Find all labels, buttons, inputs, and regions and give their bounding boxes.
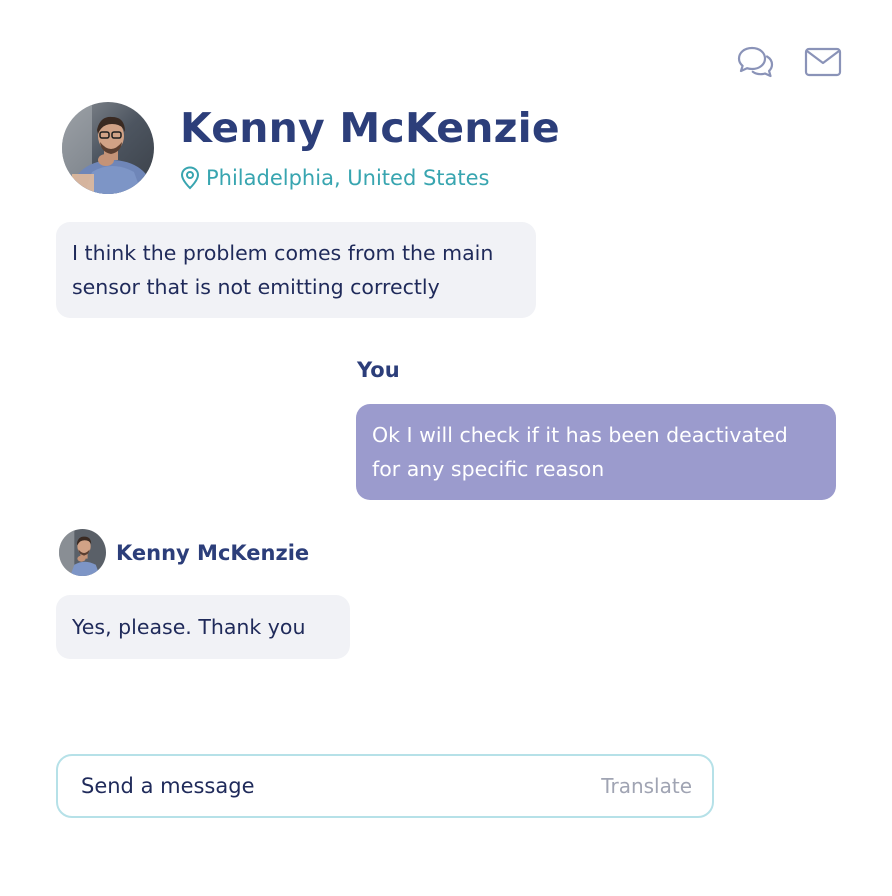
page-title: Kenny McKenzie xyxy=(180,104,560,152)
contact-location: Philadelphia, United States xyxy=(180,166,560,190)
message-composer: Translate xyxy=(56,754,714,818)
message-input[interactable] xyxy=(79,773,602,799)
contact-header: Kenny McKenzie Philadelphia, United Stat… xyxy=(62,102,560,194)
sender-label: You xyxy=(357,358,400,382)
message-bubble-outgoing: Ok I will check if it has been deactivat… xyxy=(356,404,836,500)
message-bubble-incoming: I think the problem comes from the main … xyxy=(56,222,536,318)
avatar[interactable] xyxy=(59,529,106,576)
header-actions xyxy=(736,44,842,80)
chat-icon[interactable] xyxy=(736,44,774,80)
translate-button[interactable]: Translate xyxy=(601,774,692,798)
avatar[interactable] xyxy=(62,102,154,194)
location-text: Philadelphia, United States xyxy=(206,166,490,190)
mail-icon[interactable] xyxy=(804,44,842,80)
map-pin-icon xyxy=(180,166,200,190)
sender-label: Kenny McKenzie xyxy=(116,540,310,565)
message-bubble-incoming: Yes, please. Thank you xyxy=(56,595,350,659)
sender-row: Kenny McKenzie xyxy=(59,529,309,576)
contact-info: Kenny McKenzie Philadelphia, United Stat… xyxy=(180,106,560,190)
